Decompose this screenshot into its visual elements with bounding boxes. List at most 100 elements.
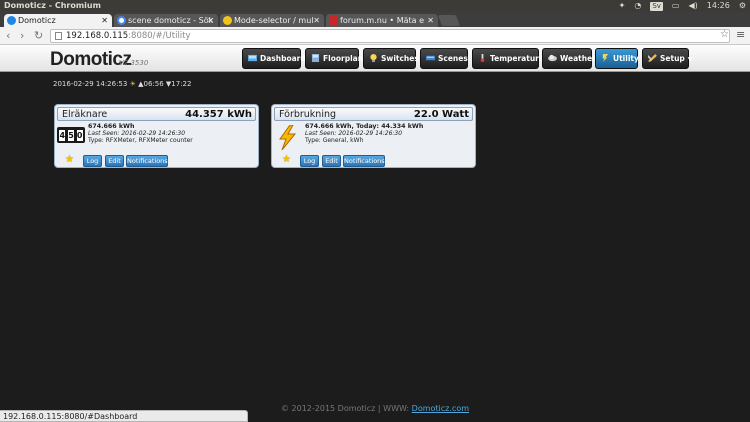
device-value: 22.0 Watt xyxy=(413,109,469,120)
volume-icon[interactable]: ◀) xyxy=(688,0,697,12)
nav-weather[interactable]: Weather xyxy=(542,48,596,69)
footer-text: © 2012-2015 Domoticz | WWW: xyxy=(280,404,410,413)
nav-scenes[interactable]: Scenes xyxy=(420,48,468,69)
m-icon xyxy=(329,16,338,25)
counter-digit: 5 xyxy=(67,129,74,141)
cloud-icon xyxy=(548,54,557,62)
nav-label: Weather xyxy=(560,54,596,63)
close-icon[interactable]: ✕ xyxy=(101,14,108,27)
lightning-icon xyxy=(279,125,297,150)
close-icon[interactable]: ✕ xyxy=(427,14,434,27)
new-tab-button[interactable] xyxy=(437,15,461,26)
nav-label: Scenes xyxy=(438,54,468,63)
tab-mode-selector[interactable]: Mode-selector / mul ✕ xyxy=(220,14,324,27)
tools-icon xyxy=(648,54,657,62)
nav-label: Utility xyxy=(613,54,639,63)
card-header: Förbrukning 22.0 Watt xyxy=(274,107,473,121)
device-type: Type: RFXMeter, RFXMeter counter xyxy=(88,137,193,144)
tab-domoticz[interactable]: Domoticz ✕ xyxy=(4,14,112,27)
bulb-icon xyxy=(223,16,232,25)
page-icon xyxy=(55,32,62,40)
bulb-icon xyxy=(370,54,377,62)
tab-forum[interactable]: forum.m.nu • Mäta e ✕ xyxy=(326,14,438,27)
google-icon xyxy=(117,16,126,25)
tab-label: Mode-selector / mul xyxy=(234,16,314,25)
tab-label: Domoticz xyxy=(18,16,56,25)
chevron-down-icon: ▼ xyxy=(687,56,693,63)
wifi-icon[interactable]: ◔ xyxy=(634,0,641,12)
nav-dashboard[interactable]: Dashboard xyxy=(242,48,306,69)
favorite-star-icon[interactable]: ★ xyxy=(65,154,74,165)
menu-icon[interactable]: ≡ xyxy=(736,28,745,41)
device-reading: 674.666 kWh xyxy=(88,123,135,130)
browser-toolbar: ‹ › ↻ 192.168.0.115:8080/#/Utility ☆ ≡ xyxy=(0,27,750,45)
log-button[interactable]: Log xyxy=(83,155,102,167)
device-info: 674.666 kWh, Today: 44.334 kWh Last Seen… xyxy=(305,123,423,144)
utility-icon xyxy=(602,54,609,62)
url-path: :8080/#/Utility xyxy=(128,31,191,41)
tab-label: forum.m.nu • Mäta e xyxy=(340,16,424,25)
notifications-button[interactable]: Notifications xyxy=(343,155,385,167)
nav-label: Switches xyxy=(381,54,419,63)
nav-label: Dashboard xyxy=(260,54,306,63)
system-tray: ✦ ◔ Sv ▭ ◀) 14:26 ⚙ xyxy=(619,0,746,12)
nav-setup[interactable]: Setup ▼ xyxy=(642,48,692,69)
nav-label: Temperature xyxy=(490,54,544,63)
device-card-elraknare: Elräknare 44.357 kWh 4 5 0 674.666 kWh L… xyxy=(54,104,259,168)
sunrise-time: ▲06:56 xyxy=(138,80,164,88)
forward-icon[interactable]: › xyxy=(20,29,24,43)
back-icon[interactable]: ‹ xyxy=(6,29,10,43)
device-reading: 674.666 kWh, Today: 44.334 kWh xyxy=(305,123,424,130)
battery-icon[interactable]: ▭ xyxy=(672,0,680,12)
last-seen: Last Seen: 2016-02-29 14:26:30 xyxy=(88,130,186,137)
device-name: Förbrukning xyxy=(279,109,337,120)
bookmark-star-icon[interactable]: ☆ xyxy=(720,29,729,40)
counter-digit: 4 xyxy=(59,129,66,141)
nav-temperature[interactable]: Temperature xyxy=(472,48,544,69)
nav-switches[interactable]: Switches xyxy=(363,48,419,69)
device-value: 44.357 kWh xyxy=(185,109,252,120)
nav-label: Setup xyxy=(660,54,685,63)
card-header: Elräknare 44.357 kWh xyxy=(57,107,256,121)
footer-link[interactable]: Domoticz.com xyxy=(412,404,469,413)
scenes-icon xyxy=(426,55,435,61)
device-type: Type: General, kWh xyxy=(305,137,364,144)
device-name: Elräknare xyxy=(62,109,108,120)
power-icon[interactable]: ⚙ xyxy=(739,0,746,12)
app-version: V2.3530 xyxy=(119,59,149,67)
edit-button[interactable]: Edit xyxy=(322,155,341,167)
domoticz-icon xyxy=(7,16,16,25)
notifications-button[interactable]: Notifications xyxy=(126,155,168,167)
counter-icon: 4 5 0 xyxy=(57,127,85,143)
thermometer-icon xyxy=(480,54,485,62)
dashboard-icon xyxy=(248,54,257,62)
log-button[interactable]: Log xyxy=(300,155,319,167)
favorite-star-icon[interactable]: ★ xyxy=(282,154,291,165)
tab-label: scene domoticz - Sök xyxy=(128,16,214,25)
os-top-bar: Domoticz - Chromium ✦ ◔ Sv ▭ ◀) 14:26 ⚙ xyxy=(0,0,750,12)
nav-utility[interactable]: Utility xyxy=(595,48,639,69)
window-title: Domoticz - Chromium xyxy=(4,1,101,10)
browser-status-url: 192.168.0.115:8080/#Dashboard xyxy=(0,410,248,422)
nav-label: Floorplan xyxy=(323,54,364,63)
last-seen: Last Seen: 2016-02-29 14:26:30 xyxy=(305,130,403,137)
datetime-line: 2016-02-29 14:26:53 ☀ ▲06:56 ▼17:22 xyxy=(53,80,191,88)
sunset-time: ▼17:22 xyxy=(165,80,192,88)
sun-icon: ☀ xyxy=(129,80,136,88)
dropbox-icon[interactable]: ✦ xyxy=(619,0,626,12)
keyboard-layout-indicator[interactable]: Sv xyxy=(650,1,663,11)
url-host: 192.168.0.115 xyxy=(66,31,129,41)
close-icon[interactable]: ✕ xyxy=(313,14,320,27)
reload-icon[interactable]: ↻ xyxy=(34,29,43,43)
address-bar[interactable]: 192.168.0.115:8080/#/Utility xyxy=(50,29,730,43)
clock[interactable]: 14:26 xyxy=(707,0,730,12)
browser-tab-strip: Domoticz ✕ scene domoticz - Sök ✕ Mode-s… xyxy=(0,12,750,27)
close-icon[interactable]: ✕ xyxy=(207,14,214,27)
device-info: 674.666 kWh Last Seen: 2016-02-29 14:26:… xyxy=(88,123,193,144)
nav-floorplan[interactable]: Floorplan xyxy=(305,48,363,69)
current-datetime: 2016-02-29 14:26:53 xyxy=(53,80,128,88)
floorplan-icon xyxy=(311,54,320,62)
device-card-forbrukning: Förbrukning 22.0 Watt 674.666 kWh, Today… xyxy=(271,104,476,168)
tab-google-search[interactable]: scene domoticz - Sök ✕ xyxy=(114,14,218,27)
edit-button[interactable]: Edit xyxy=(105,155,124,167)
